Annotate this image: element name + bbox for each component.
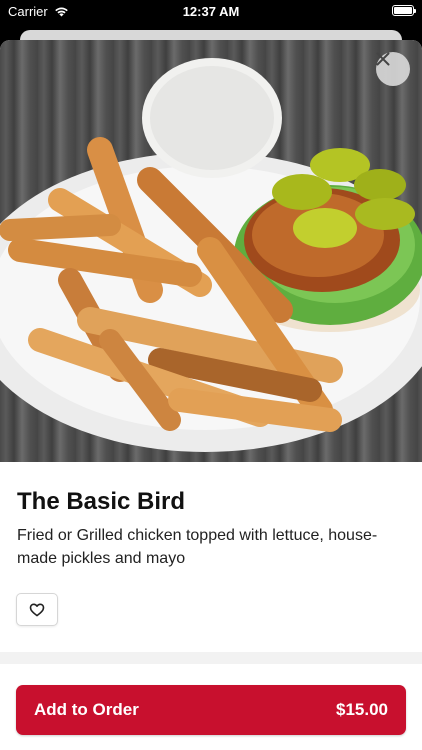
item-image [0,40,422,462]
add-to-order-button[interactable]: Add to Order $15.00 [16,685,406,735]
close-icon [376,52,390,66]
food-photo-illustration [0,58,422,452]
item-detail-sheet: The Basic Bird Fried or Grilled chicken … [0,40,422,750]
heart-outline-icon [29,603,45,616]
section-divider [0,652,422,664]
item-title: The Basic Bird [17,488,186,515]
item-description: Fried or Grilled chicken topped with let… [17,527,378,567]
status-time: 12:37 AM [182,4,240,19]
price-label: $15.00 [336,700,388,719]
close-button[interactable] [376,52,410,86]
favorite-button[interactable] [16,593,58,626]
add-to-order-label: Add to Order [34,700,139,719]
status-bar: Carrier 12:37 AM [0,0,422,22]
battery-icon [392,5,416,16]
footer-bar: Add to Order $15.00 [0,665,422,750]
